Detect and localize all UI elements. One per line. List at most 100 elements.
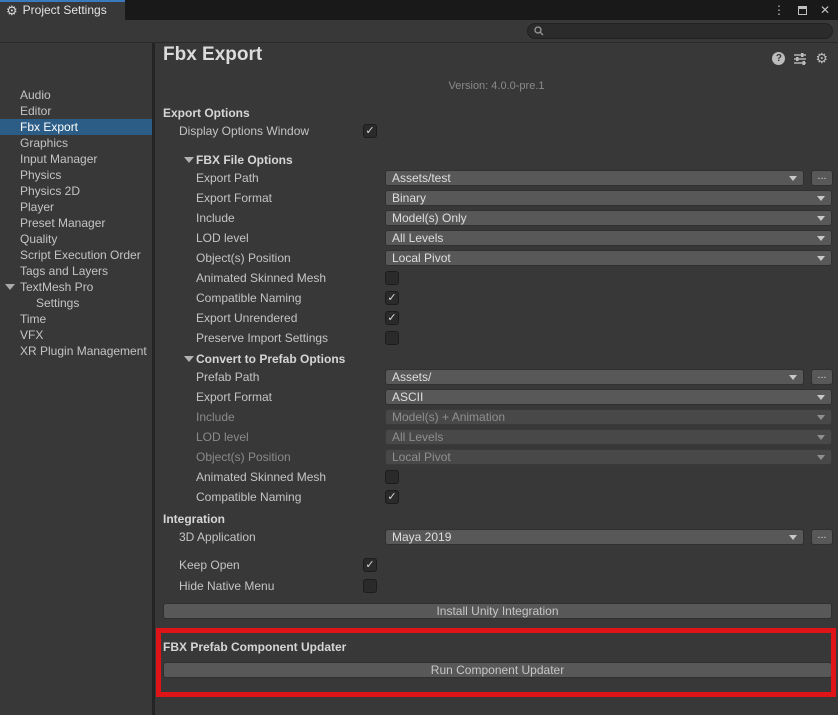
sidebar-item-graphics[interactable]: Graphics <box>0 135 152 151</box>
form-row: Convert to Prefab Options <box>155 351 838 367</box>
tab-project-settings[interactable]: ⚙ Project Settings <box>0 0 125 20</box>
maximize-icon[interactable] <box>798 6 807 15</box>
foldout-convert-to-prefab-options: Convert to Prefab Options <box>196 351 345 367</box>
run-component-updater-button[interactable]: Run Component Updater <box>163 662 832 678</box>
label-export-unrendered: Export Unrendered <box>196 310 297 326</box>
dropdown-prefab-lod-level: All Levels <box>385 429 832 445</box>
form-row: Include Model(s) + Animation <box>155 409 838 425</box>
package-version: Version: 4.0.0-pre.1 <box>155 80 838 92</box>
checkbox-prefab-animated-skinned-mesh[interactable] <box>385 470 399 484</box>
sidebar-item-quality[interactable]: Quality <box>0 231 152 247</box>
form-row: Hide Native Menu <box>155 578 838 594</box>
gear-icon: ⚙ <box>6 4 18 17</box>
section-fbx-prefab-component-updater: FBX Prefab Component Updater <box>163 639 563 655</box>
sidebar-item-physics[interactable]: Physics <box>0 167 152 183</box>
label-include: Include <box>196 210 235 226</box>
presets-icon[interactable] <box>793 52 807 65</box>
dropdown-value: Local Pivot <box>392 450 451 464</box>
window-menu-icon[interactable]: ⋮ <box>773 3 785 17</box>
label-export-path: Export Path <box>196 170 259 186</box>
foldout-open-icon[interactable] <box>184 157 194 163</box>
search-icon <box>534 26 544 36</box>
form-row: Object(s) Position Local Pivot <box>155 449 838 465</box>
gear-icon[interactable]: ⚙ <box>815 51 828 65</box>
sidebar-item-input-manager[interactable]: Input Manager <box>0 151 152 167</box>
project-settings-window: ⚙ Project Settings ⋮ ✕ Audio Editor Fbx … <box>0 0 838 715</box>
dropdown-prefab-export-format[interactable]: ASCII <box>385 389 832 405</box>
dropdown-3d-application[interactable]: Maya 2019 <box>385 529 804 545</box>
label-export-format: Export Format <box>196 190 272 206</box>
search-input[interactable] <box>548 25 826 37</box>
form-row: Export Format Binary <box>155 190 838 206</box>
label-animated-skinned-mesh: Animated Skinned Mesh <box>196 270 326 286</box>
chevron-down-icon <box>789 375 797 380</box>
sidebar-item-xr-plugin-management[interactable]: XR Plugin Management <box>0 343 152 359</box>
form-row: Include Model(s) Only <box>155 210 838 226</box>
label-prefab-animated-skinned-mesh: Animated Skinned Mesh <box>196 469 326 485</box>
form-row: Animated Skinned Mesh <box>155 270 838 286</box>
sidebar-item-time[interactable]: Time <box>0 311 152 327</box>
search-box[interactable] <box>527 23 833 39</box>
dropdown-export-format[interactable]: Binary <box>385 190 832 206</box>
section-export-options: Export Options <box>163 105 563 121</box>
sidebar-item-tags-and-layers[interactable]: Tags and Layers <box>0 263 152 279</box>
label-display-options-window: Display Options Window <box>179 123 309 139</box>
sidebar-item-editor[interactable]: Editor <box>0 103 152 119</box>
checkbox-export-unrendered[interactable]: ✓ <box>385 311 399 325</box>
sidebar-item-fbx-export[interactable]: Fbx Export <box>0 119 152 135</box>
dropdown-include[interactable]: Model(s) Only <box>385 210 832 226</box>
checkbox-prefab-compatible-naming[interactable]: ✓ <box>385 490 399 504</box>
checkbox-animated-skinned-mesh[interactable] <box>385 271 399 285</box>
dropdown-value: Assets/test <box>392 171 451 185</box>
checkbox-display-options-window[interactable]: ✓ <box>363 124 377 138</box>
form-row: Preserve Import Settings <box>155 330 838 346</box>
tab-active-accent <box>0 0 125 2</box>
label-prefab-path: Prefab Path <box>196 369 259 385</box>
dropdown-export-path[interactable]: Assets/test <box>385 170 804 186</box>
foldout-open-icon[interactable] <box>5 284 15 290</box>
checkbox-compatible-naming[interactable]: ✓ <box>385 291 399 305</box>
sidebar-item-physics-2d[interactable]: Physics 2D <box>0 183 152 199</box>
browse-export-path-button[interactable]: ... <box>811 170 833 186</box>
foldout-open-icon[interactable] <box>184 356 194 362</box>
checkbox-keep-open[interactable]: ✓ <box>363 558 377 572</box>
dropdown-value: Maya 2019 <box>392 530 451 544</box>
sidebar-item-script-execution-order[interactable]: Script Execution Order <box>0 247 152 263</box>
dropdown-value: Model(s) Only <box>392 211 467 225</box>
sidebar-item-preset-manager[interactable]: Preset Manager <box>0 215 152 231</box>
install-unity-integration-button[interactable]: Install Unity Integration <box>163 603 832 619</box>
sidebar-item-vfx[interactable]: VFX <box>0 327 152 343</box>
label-preserve-import-settings: Preserve Import Settings <box>196 330 328 346</box>
browse-prefab-path-button[interactable]: ... <box>811 369 833 385</box>
label-prefab-objects-position: Object(s) Position <box>196 449 291 465</box>
section-integration: Integration <box>163 511 563 527</box>
label-keep-open: Keep Open <box>179 557 240 573</box>
dropdown-value: Assets/ <box>392 370 431 384</box>
settings-main-panel: Fbx Export ? ⚙ Version: 4.0.0-pre.1 Expo… <box>155 43 838 715</box>
form-row: 3D Application Maya 2019 ... <box>155 529 838 545</box>
header-icons: ? ⚙ <box>772 51 828 65</box>
sidebar-item-audio[interactable]: Audio <box>0 87 152 103</box>
browse-3d-application-button[interactable]: ... <box>811 529 833 545</box>
dropdown-lod-level[interactable]: All Levels <box>385 230 832 246</box>
help-icon[interactable]: ? <box>772 52 785 65</box>
dropdown-prefab-path[interactable]: Assets/ <box>385 369 804 385</box>
form-row: Keep Open ✓ <box>155 557 838 573</box>
checkbox-preserve-import-settings[interactable] <box>385 331 399 345</box>
dropdown-objects-position[interactable]: Local Pivot <box>385 250 832 266</box>
sidebar-item-textmesh-pro[interactable]: TextMesh Pro <box>0 279 152 295</box>
tab-title: Project Settings <box>23 3 107 17</box>
form-row: Animated Skinned Mesh <box>155 469 838 485</box>
form-row: Compatible Naming ✓ <box>155 290 838 306</box>
form-row: Prefab Path Assets/ ... <box>155 369 838 385</box>
label-lod-level: LOD level <box>196 230 249 246</box>
close-icon[interactable]: ✕ <box>820 3 830 17</box>
sidebar-item-textmesh-settings[interactable]: Settings <box>0 295 152 311</box>
checkbox-hide-native-menu[interactable] <box>363 579 377 593</box>
page-title: Fbx Export <box>163 44 262 66</box>
sidebar-item-player[interactable]: Player <box>0 199 152 215</box>
label-hide-native-menu: Hide Native Menu <box>179 578 274 594</box>
label-compatible-naming: Compatible Naming <box>196 290 301 306</box>
form-row: Export Path Assets/test ... <box>155 170 838 186</box>
chevron-down-icon <box>789 176 797 181</box>
